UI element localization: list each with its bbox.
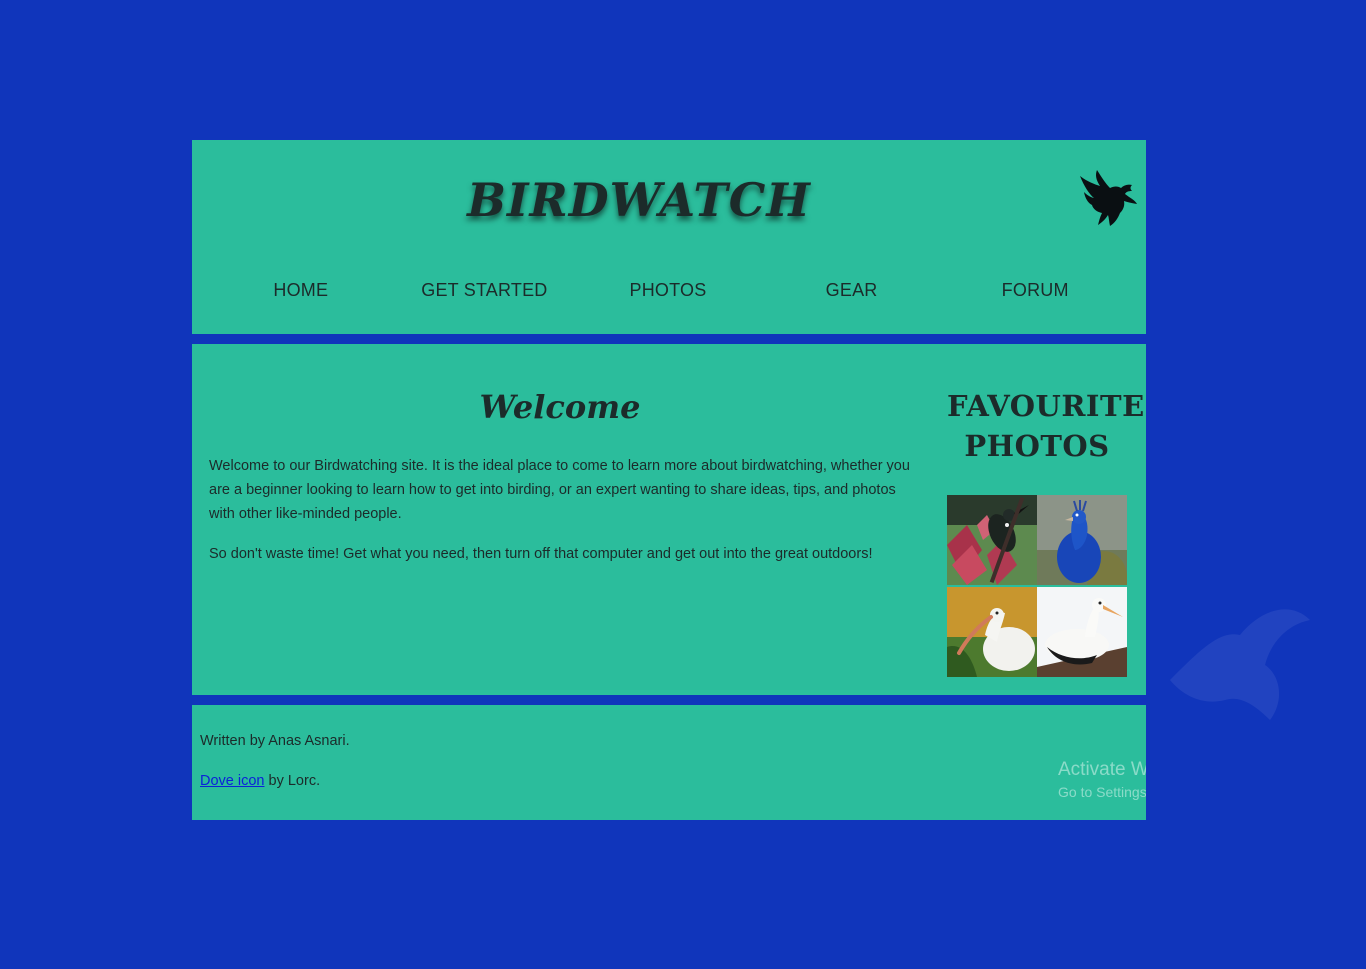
main-content: Welcome Welcome to our Birdwatching site… [192, 344, 1146, 695]
icon-credit: Dove icon by Lorc. [200, 773, 320, 789]
nav-get-started[interactable]: GET STARTED [393, 280, 577, 301]
favourite-photos-section: FAVOURITE PHOTOS [947, 344, 1144, 677]
site-header: BIRDWATCH HOME GET STARTED PHOTOS GEAR F… [192, 140, 1146, 334]
nav-forum[interactable]: FORUM [943, 280, 1127, 301]
site-title: BIRDWATCH [467, 173, 811, 227]
welcome-paragraph: Welcome to our Birdwatching site. It is … [209, 458, 910, 522]
favourite-photos-heading: FAVOURITE PHOTOS [947, 386, 1144, 466]
site-footer: Written by Anas Asnari. Dove icon by Lor… [192, 705, 1146, 820]
welcome-heading: Welcome [479, 388, 641, 426]
watermark-subtitle: Go to Settings to activate Windows. [1058, 784, 1146, 800]
favourite-heading-line2: PHOTOS [964, 429, 1110, 463]
watermark-title: Activate Windows [1058, 759, 1146, 780]
tui-photo[interactable] [947, 495, 1037, 585]
author-credit: Written by Anas Asnari. [200, 733, 350, 749]
page-container: BIRDWATCH HOME GET STARTED PHOTOS GEAR F… [192, 140, 1146, 820]
favourite-heading-line1: FAVOURITE [947, 389, 1145, 423]
dove-icon-link[interactable]: Dove icon [200, 773, 264, 789]
peacock-photo[interactable] [1037, 495, 1127, 585]
nav-gear[interactable]: GEAR [760, 280, 944, 301]
icon-credit-author: by Lorc. [268, 773, 321, 789]
dove-icon [1080, 170, 1137, 226]
photo-grid [947, 495, 1127, 677]
ghost-bird-watermark-icon [1170, 609, 1310, 720]
main-nav: HOME GET STARTED PHOTOS GEAR FORUM [209, 280, 1127, 301]
activate-windows-watermark: Activate Windows Go to Settings to activ… [1058, 758, 1146, 802]
ibis-photo[interactable] [947, 587, 1037, 677]
welcome-paragraph: So don't waste time! Get what you need, … [209, 546, 873, 562]
nav-home[interactable]: HOME [209, 280, 393, 301]
stork-photo[interactable] [1037, 587, 1127, 677]
welcome-section: Welcome Welcome to our Birdwatching site… [209, 344, 911, 566]
nav-photos[interactable]: PHOTOS [576, 280, 760, 301]
